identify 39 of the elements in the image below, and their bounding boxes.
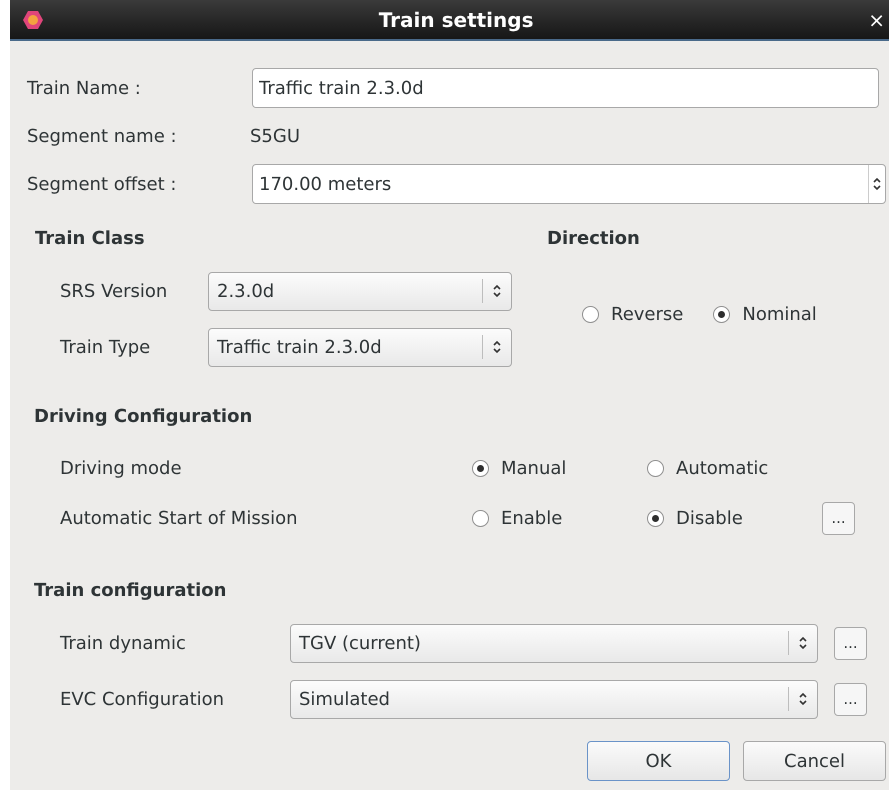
radio-option[interactable]: Enable — [472, 504, 647, 532]
field-label: SRS Version — [60, 280, 168, 304]
section-heading: Train configuration — [34, 579, 228, 603]
dropdown[interactable]: Simulated — [290, 680, 818, 718]
radio-option[interactable]: Nominal — [713, 301, 817, 328]
radio-label: Nominal — [742, 303, 817, 327]
dialog-button[interactable]: OK — [587, 741, 730, 781]
field-label: Segment name : — [27, 124, 178, 148]
more-button[interactable]: ... — [822, 502, 855, 534]
radio-option[interactable]: Automatic — [647, 454, 822, 482]
close-button[interactable]: × — [868, 10, 885, 30]
radio-option[interactable]: Manual — [472, 454, 647, 482]
field-label: Train dynamic — [60, 632, 187, 656]
radio-option[interactable]: Reverse — [582, 301, 684, 328]
dropdown[interactable]: 2.3.0d — [208, 272, 512, 310]
window-title: Train settings — [378, 6, 534, 34]
field-value: S5GU — [250, 124, 300, 148]
spin-field[interactable]: 170.00 meters — [252, 164, 886, 204]
dialog-button[interactable]: Cancel — [743, 741, 886, 781]
field-label: Train Type — [60, 336, 152, 360]
more-button[interactable]: ... — [834, 682, 867, 716]
section-heading: Train Class — [35, 227, 146, 251]
radio-option[interactable]: Disable — [647, 504, 822, 532]
input-field[interactable]: Traffic train 2.3.0d — [252, 68, 879, 108]
field-label: Driving mode — [60, 456, 183, 480]
radio-label: Enable — [501, 506, 562, 530]
field-label: Automatic Start of Mission — [60, 506, 299, 530]
section-heading: Driving Configuration — [34, 405, 254, 429]
radio-label: Reverse — [611, 303, 684, 327]
field-label: Train Name : — [27, 76, 142, 100]
dropdown[interactable]: TGV (current) — [290, 624, 818, 662]
field-label: Segment offset : — [27, 172, 178, 196]
radio-label: Manual — [501, 456, 566, 480]
radio-label: Disable — [676, 506, 743, 530]
more-button[interactable]: ... — [834, 626, 867, 660]
dropdown[interactable]: Traffic train 2.3.0d — [208, 328, 512, 366]
radio-label: Automatic — [676, 456, 768, 480]
section-heading: Direction — [547, 227, 641, 251]
field-label: EVC Configuration — [60, 688, 226, 712]
